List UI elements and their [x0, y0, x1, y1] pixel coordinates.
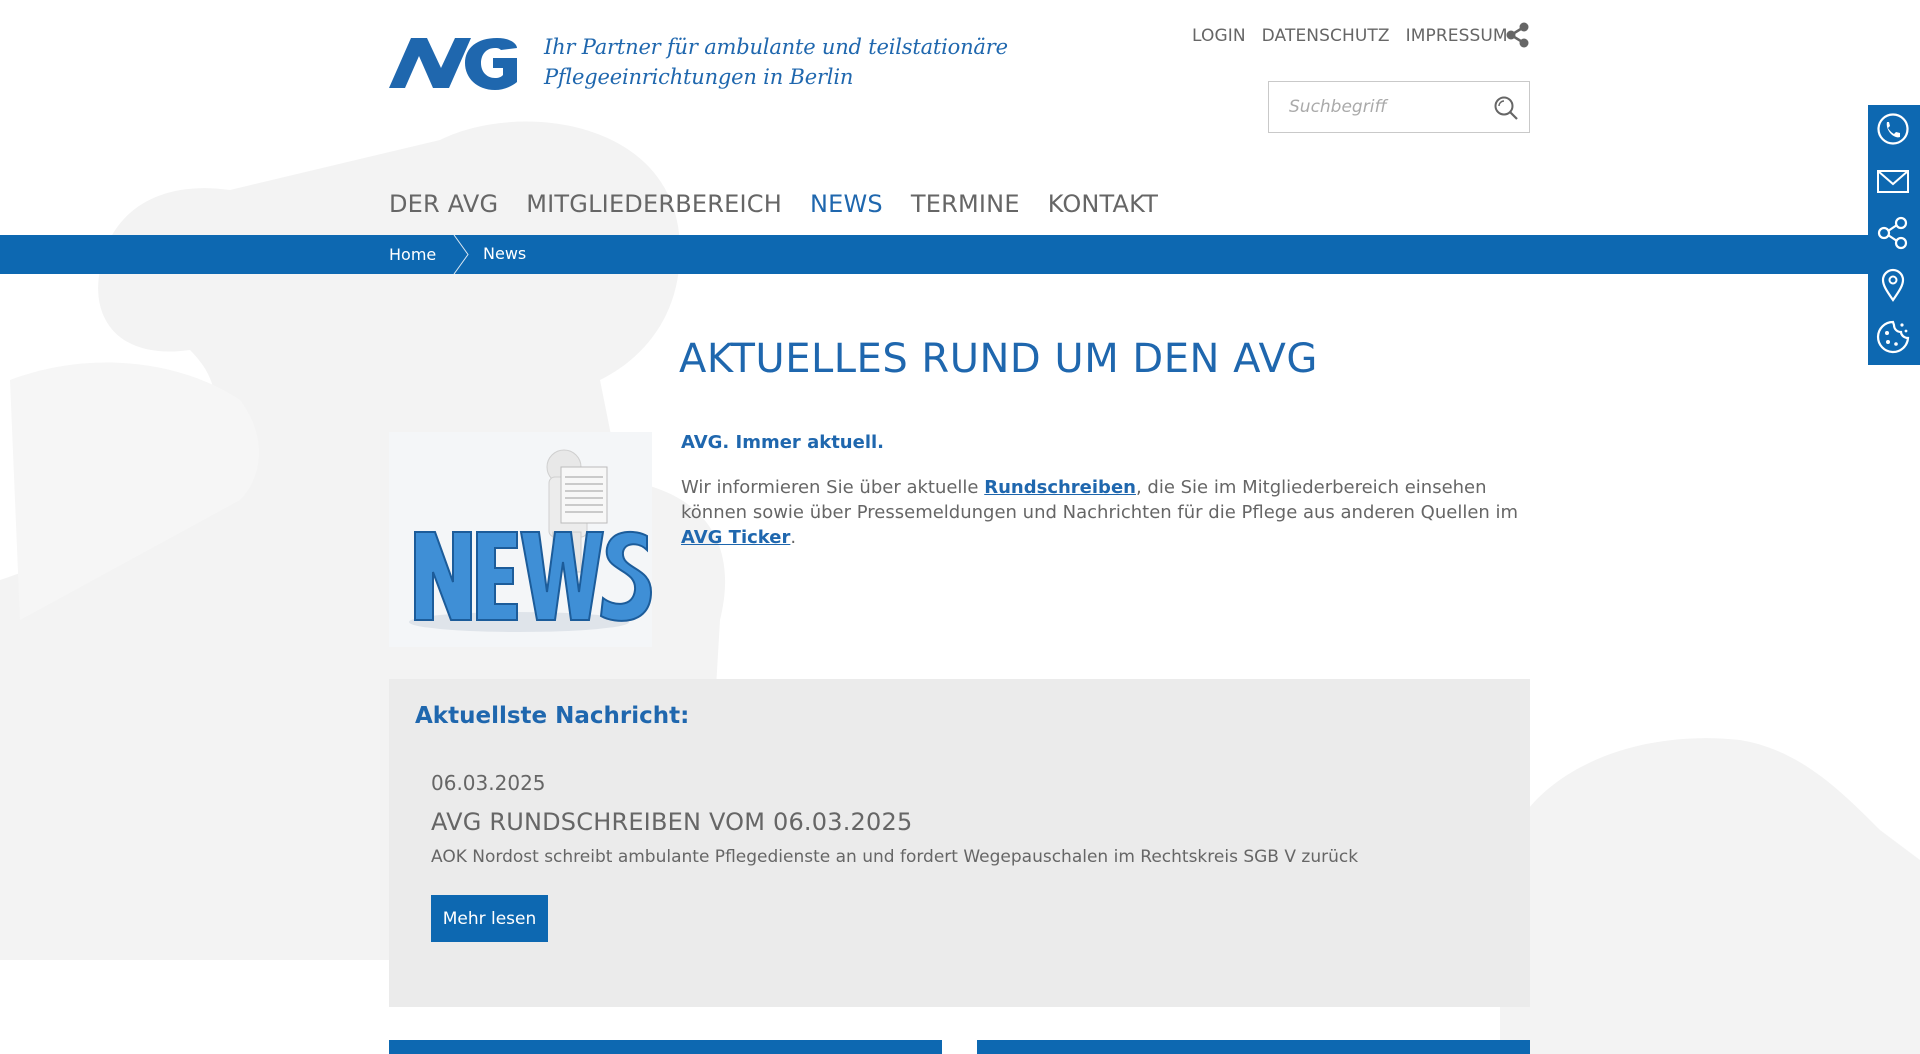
tagline-line2: Pflegeeinrichtungen in Berlin: [544, 65, 854, 89]
latest-news-box: Aktuellste Nachricht: 06.03.2025 AVG RUN…: [389, 679, 1530, 1007]
news-date: 06.03.2025: [431, 771, 546, 795]
nav-der-avg[interactable]: DER AVG: [389, 190, 498, 218]
news-teaser: AOK Nordost schreibt ambulante Pflegedie…: [431, 847, 1359, 867]
intro-text: Wir informieren Sie über aktuelle Rundsc…: [681, 475, 1541, 550]
latest-news-heading: Aktuellste Nachricht:: [415, 703, 690, 729]
avg-logo[interactable]: [389, 36, 517, 90]
nav-kontakt[interactable]: KONTAKT: [1048, 190, 1158, 218]
news-tile-right[interactable]: [977, 1040, 1530, 1054]
phone-icon[interactable]: [1876, 112, 1910, 146]
mail-icon[interactable]: [1876, 164, 1910, 198]
news-image: [389, 432, 653, 647]
search-input[interactable]: [1269, 82, 1489, 132]
main-nav: DER AVG MITGLIEDERBEREICH NEWS TERMINE K…: [389, 190, 1186, 218]
share-icon[interactable]: [1506, 22, 1530, 48]
news-tile-left[interactable]: [389, 1040, 942, 1054]
intro-heading: AVG. Immer aktuell.: [681, 432, 885, 453]
share-network-icon[interactable]: [1876, 216, 1910, 250]
page-title: AKTUELLES RUND UM DEN AVG: [679, 336, 1318, 382]
nav-mitgliederbereich[interactable]: MITGLIEDERBEREICH: [526, 190, 782, 218]
cookie-icon[interactable]: [1876, 320, 1910, 354]
login-link[interactable]: LOGIN: [1192, 26, 1246, 46]
intro-part1: Wir informieren Sie über aktuelle: [681, 477, 985, 498]
side-toolbar: [1868, 105, 1920, 365]
top-links: LOGIN DATENSCHUTZ IMPRESSUM: [1192, 26, 1524, 46]
breadcrumb-home[interactable]: Home: [389, 245, 436, 264]
search-icon[interactable]: [1493, 95, 1519, 121]
breadcrumb-separator-icon: [452, 234, 472, 278]
read-more-button[interactable]: Mehr lesen: [431, 895, 548, 942]
nav-news[interactable]: NEWS: [810, 190, 883, 218]
avg-ticker-link[interactable]: AVG Ticker: [681, 527, 790, 548]
tagline-line1: Ihr Partner für ambulante und teilstatio…: [544, 35, 1008, 59]
impressum-link[interactable]: IMPRESSUM: [1406, 26, 1508, 46]
rundschreiben-link[interactable]: Rundschreiben: [984, 477, 1136, 498]
news-title[interactable]: AVG RUNDSCHREIBEN VOM 06.03.2025: [431, 808, 912, 836]
datenschutz-link[interactable]: DATENSCHUTZ: [1262, 26, 1390, 46]
breadcrumb: Home News: [0, 234, 1920, 275]
search-box: [1268, 81, 1530, 133]
tagline: Ihr Partner für ambulante und teilstatio…: [544, 32, 1008, 92]
location-icon[interactable]: [1876, 268, 1910, 302]
intro-part3: .: [790, 527, 797, 548]
background-shape-right: [1500, 700, 1920, 1054]
nav-termine[interactable]: TERMINE: [911, 190, 1020, 218]
breadcrumb-current: News: [483, 244, 527, 263]
